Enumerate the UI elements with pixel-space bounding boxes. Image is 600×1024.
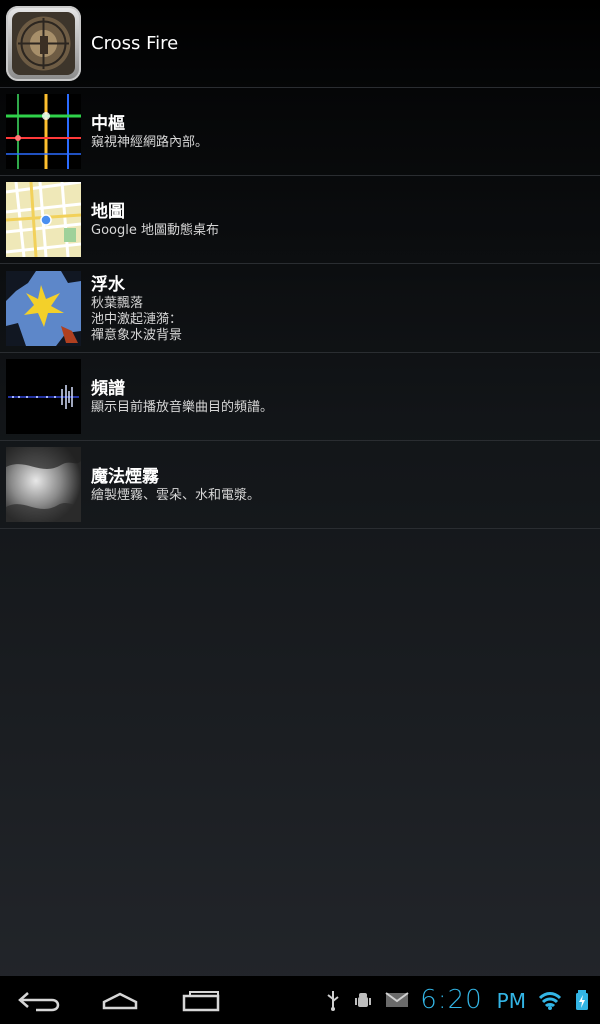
item-title: 中樞 [91, 114, 125, 134]
list-item-smoke[interactable]: 魔法煙霧 繪製煙霧、雲朵、水和電漿。 [0, 441, 600, 529]
recents-icon [182, 991, 220, 1012]
item-description: 秋葉飄落 池中激起漣漪： 禪意象水波背景 [91, 295, 183, 343]
android-debug-icon [355, 993, 372, 1007]
battery-charging-icon [576, 990, 588, 1010]
list-item-spectrum[interactable]: 頻譜 顯示目前播放音樂曲目的頻譜。 [0, 353, 600, 441]
live-wallpaper-screen: Cross Fire 中樞 窺視神經網路內部。 地圖 Google 地圖動態桌布… [0, 0, 600, 1024]
status-ampm: PM [496, 989, 526, 1013]
crossfire-scope-icon [6, 6, 81, 81]
list-item-nexus[interactable]: 中樞 窺視神經網路內部。 [0, 88, 600, 176]
home-icon [102, 992, 138, 1010]
item-description: 繪製煙霧、雲朵、水和電漿。 [91, 488, 261, 503]
item-title: 浮水 [91, 274, 125, 295]
home-button[interactable] [90, 984, 150, 1016]
wifi-icon [538, 992, 562, 1010]
list-item-crossfire[interactable]: Cross Fire [0, 0, 600, 88]
spectrum-icon [6, 359, 81, 434]
back-button[interactable] [10, 984, 70, 1016]
nexus-grid-icon [6, 94, 81, 169]
leaf-water-icon [6, 270, 81, 346]
gmail-icon [385, 992, 409, 1007]
status-area: 6:20 PM [324, 976, 590, 1024]
item-title: 地圖 [91, 202, 125, 222]
smoke-icon [6, 447, 81, 522]
item-description: 窺視神經網路內部。 [91, 135, 209, 150]
status-time: 6:20 [420, 985, 483, 1015]
list-item-leaf-water[interactable]: 浮水 秋葉飄落 池中激起漣漪： 禪意象水波背景 [0, 264, 600, 353]
item-title: 魔法煙霧 [91, 467, 159, 487]
item-title: 頻譜 [91, 379, 125, 399]
usb-icon [327, 991, 339, 1011]
system-navbar: 6:20 PM [0, 976, 600, 1024]
wallpaper-list: Cross Fire 中樞 窺視神經網路內部。 地圖 Google 地圖動態桌布… [0, 0, 600, 529]
back-icon [18, 992, 60, 1012]
map-icon [6, 182, 81, 257]
recents-button[interactable] [170, 984, 230, 1016]
item-description: 顯示目前播放音樂曲目的頻譜。 [91, 400, 274, 415]
list-item-map[interactable]: 地圖 Google 地圖動態桌布 [0, 176, 600, 264]
item-title: Cross Fire [91, 33, 179, 54]
item-description: Google 地圖動態桌布 [91, 223, 219, 238]
